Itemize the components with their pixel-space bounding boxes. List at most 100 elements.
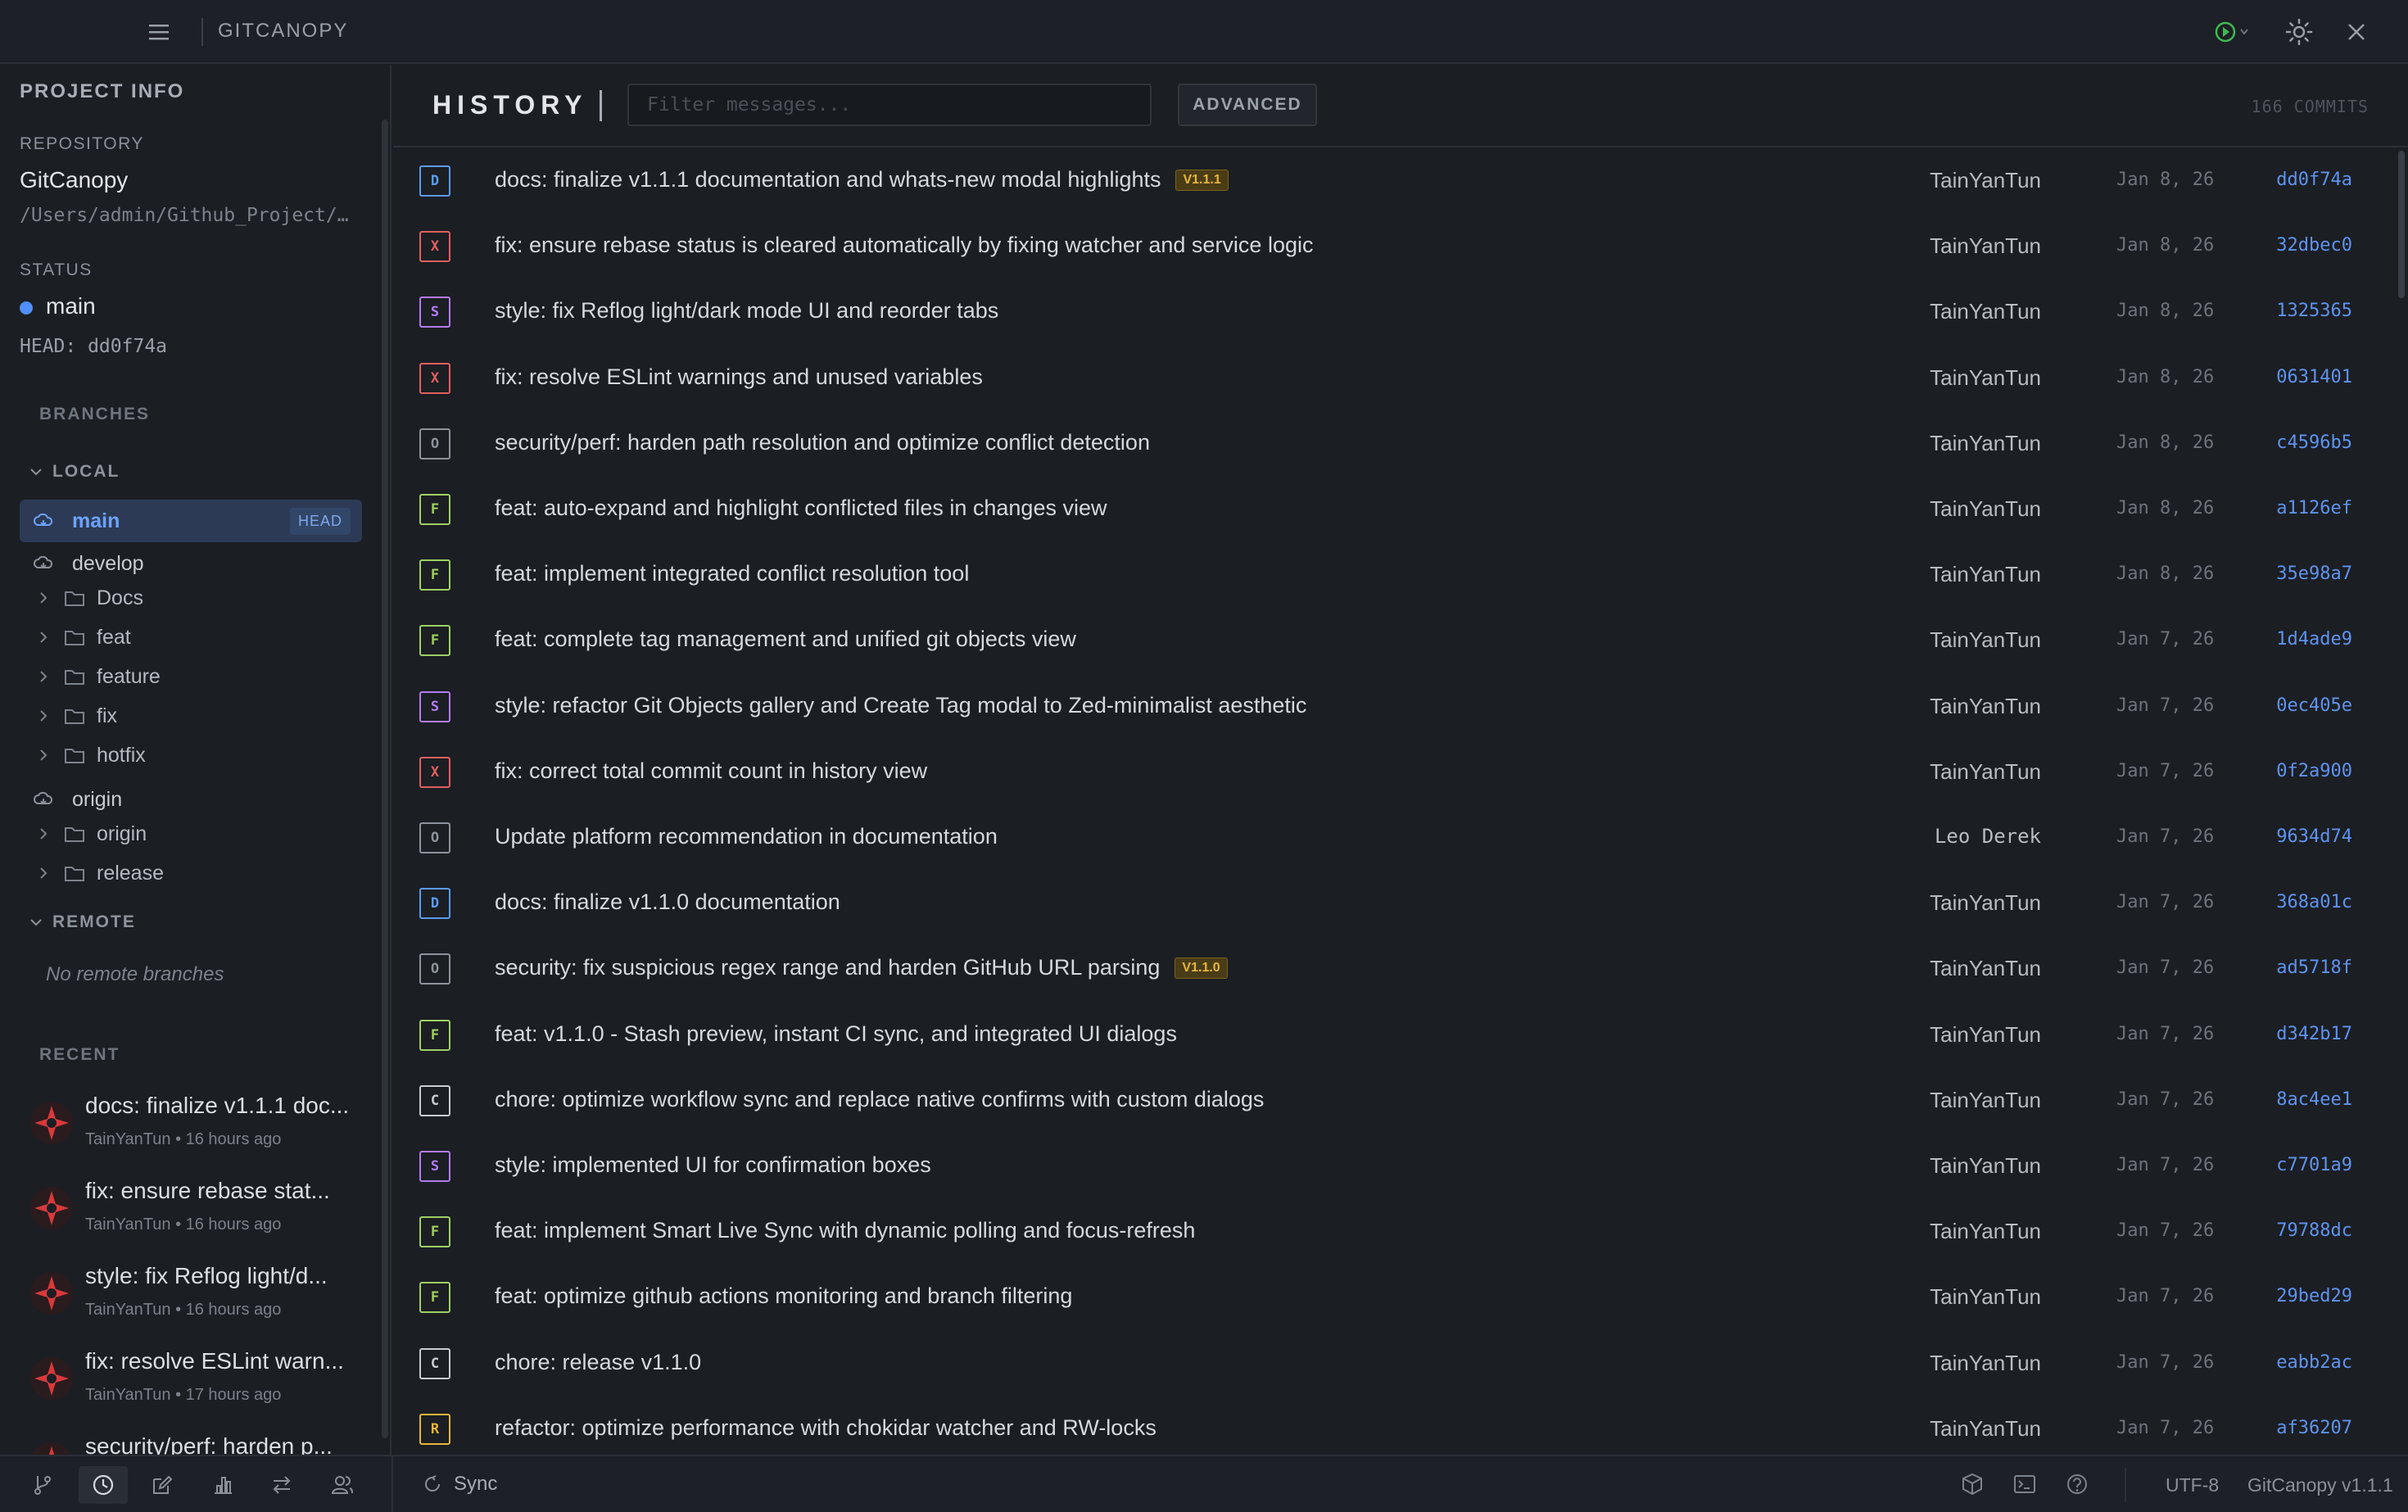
branch-item-develop[interactable]: develop [20, 542, 362, 585]
commit-date: Jan 7, 26 [2116, 760, 2215, 781]
commit-message: feat: complete tag management and unifie… [495, 627, 1076, 652]
folder-icon [65, 591, 84, 606]
nav-history-button[interactable] [79, 1466, 128, 1504]
advanced-filter-button[interactable]: ADVANCED [1178, 84, 1317, 126]
version-tag-badge[interactable]: V1.1.0 [1175, 957, 1228, 979]
nav-sync-button[interactable] [257, 1466, 306, 1504]
commit-row[interactable]: Xfix: ensure rebase status is cleared au… [393, 213, 2392, 278]
commit-row[interactable]: Ffeat: complete tag management and unifi… [393, 607, 2392, 672]
nav-contributors-button[interactable] [318, 1466, 367, 1504]
title-separator [201, 18, 203, 46]
terminal-icon[interactable] [2012, 1471, 2038, 1497]
head-badge: HEAD [289, 507, 351, 535]
commit-hash-link[interactable]: 0f2a900 [2276, 761, 2352, 781]
commit-row[interactable]: Ffeat: optimize github actions monitorin… [393, 1264, 2392, 1329]
commit-row[interactable]: Ffeat: auto-expand and highlight conflic… [393, 476, 2392, 541]
current-branch: main [46, 293, 96, 319]
commit-row[interactable]: Sstyle: fix Reflog light/dark mode UI an… [393, 278, 2392, 344]
commit-row[interactable]: Cchore: release v1.1.0 TainYanTun Jan 7, 2… [393, 1330, 2392, 1396]
folder-item-hotfix[interactable]: hotfix [36, 739, 146, 772]
commit-hash-link[interactable]: 32dbec0 [2276, 235, 2352, 256]
remote-group-toggle[interactable]: REMOTE [28, 912, 136, 932]
hamburger-menu-icon[interactable] [144, 18, 174, 46]
commit-hash-link[interactable]: af36207 [2276, 1418, 2352, 1438]
commit-hash-link[interactable]: a1126ef [2276, 498, 2352, 518]
commit-hash-link[interactable]: eabb2ac [2276, 1352, 2352, 1373]
recent-commit-item[interactable]: security/perf: harden p... [29, 1430, 373, 1455]
commit-hash-link[interactable]: 0ec405e [2276, 695, 2352, 716]
commit-row[interactable]: Ffeat: v1.1.0 - Stash preview, instant C… [393, 1002, 2392, 1067]
commit-hash-link[interactable]: d342b17 [2276, 1024, 2352, 1044]
commit-row[interactable]: Ddocs: finalize v1.1.0 documentation Tain… [393, 870, 2392, 935]
commit-message-cell: chore: optimize workflow sync and replac… [495, 1087, 1264, 1112]
commit-row[interactable]: Rrefactor: optimize performance with cho… [393, 1396, 2392, 1455]
commit-hash-link[interactable]: 1d4ade9 [2276, 629, 2352, 650]
commit-type-badge: O [419, 953, 450, 985]
folder-item-release[interactable]: release [36, 857, 164, 890]
branch-item-origin[interactable]: origin [20, 778, 362, 821]
commit-hash-link[interactable]: 8ac4ee1 [2276, 1089, 2352, 1110]
version-tag-badge[interactable]: V1.1.1 [1175, 169, 1229, 191]
commit-row[interactable]: Osecurity/perf: harden path resolution a… [393, 410, 2392, 476]
commit-message-cell: feat: implement Smart Live Sync with dyn… [495, 1218, 1195, 1243]
nav-stats-button[interactable] [198, 1466, 247, 1504]
commit-date: Jan 8, 26 [2116, 170, 2215, 190]
recent-commit-item[interactable]: fix: ensure rebase stat... TainYanTun • … [29, 1175, 373, 1248]
recent-commit-item[interactable]: style: fix Reflog light/d... TainYanTun … [29, 1260, 373, 1333]
folder-item-origin[interactable]: origin [36, 817, 147, 850]
project-info-heading: PROJECT INFO [20, 80, 185, 102]
folder-item-feature[interactable]: feature [36, 660, 161, 693]
bar-chart-icon [215, 1477, 232, 1494]
commit-hash-link[interactable]: c4596b5 [2276, 432, 2352, 453]
avatar [32, 1442, 71, 1455]
branch-label: main [72, 509, 120, 532]
clock-icon [93, 1474, 114, 1496]
commit-hash-link[interactable]: 0631401 [2276, 367, 2352, 387]
commit-row[interactable]: Sstyle: implemented UI for confirmation … [393, 1133, 2392, 1198]
commit-hash-link[interactable]: c7701a9 [2276, 1155, 2352, 1175]
help-icon[interactable] [2064, 1471, 2090, 1497]
run-status-icon[interactable] [2211, 18, 2257, 46]
filter-messages-input[interactable] [627, 84, 1152, 126]
commit-message-cell: feat: v1.1.0 - Stash preview, instant CI… [495, 1021, 1177, 1047]
commit-row[interactable]: Ddocs: finalize v1.1.1 documentation and… [393, 147, 2392, 213]
sidebar-scrollbar[interactable] [382, 120, 388, 1438]
commit-row[interactable]: Ffeat: implement Smart Live Sync with dy… [393, 1198, 2392, 1264]
commit-hash-link[interactable]: 79788dc [2276, 1220, 2352, 1241]
folder-item-feat[interactable]: feat [36, 621, 131, 654]
commit-hash-link[interactable]: 35e98a7 [2276, 564, 2352, 584]
sync-button[interactable]: Sync [423, 1473, 497, 1496]
theme-toggle-sun-icon[interactable] [2284, 16, 2315, 48]
history-scrollbar[interactable] [2398, 151, 2405, 298]
close-icon[interactable] [2342, 18, 2370, 46]
commit-author: TainYanTun [1930, 168, 2041, 192]
commit-list: Ddocs: finalize v1.1.1 documentation and… [393, 147, 2408, 1455]
commit-date: Jan 7, 26 [2116, 1417, 2215, 1438]
commit-type-badge: F [419, 625, 450, 657]
commit-row[interactable]: O Update platform recommendation in docum… [393, 804, 2392, 870]
app-window: GITCANOPY PROJECT INFO REPOSITORY GitCan… [0, 0, 2408, 1512]
recent-commit-item[interactable]: docs: finalize v1.1.1 doc... TainYanTun … [29, 1089, 373, 1163]
commit-hash-link[interactable]: ad5718f [2276, 957, 2352, 978]
commit-hash-link[interactable]: 9634d74 [2276, 826, 2352, 847]
commit-row[interactable]: Ffeat: implement integrated conflict res… [393, 541, 2392, 607]
nav-changes-button[interactable] [138, 1466, 187, 1504]
recent-commit-item[interactable]: fix: resolve ESLint warn... TainYanTun •… [29, 1345, 373, 1419]
local-group-toggle[interactable]: LOCAL [28, 462, 120, 482]
commit-hash-link[interactable]: 368a01c [2276, 892, 2352, 912]
commit-hash-link[interactable]: dd0f74a [2276, 170, 2352, 190]
folder-item-docs[interactable]: Docs [36, 582, 143, 614]
commit-row[interactable]: Osecurity: fix suspicious regex range an… [393, 935, 2392, 1001]
package-icon[interactable] [1959, 1471, 1985, 1497]
branch-item-main[interactable]: main HEAD [20, 500, 362, 542]
commit-row[interactable]: Cchore: optimize workflow sync and repla… [393, 1067, 2392, 1133]
nav-branches-button[interactable] [18, 1466, 67, 1504]
commit-hash-link[interactable]: 1325365 [2276, 301, 2352, 321]
commit-row[interactable]: Sstyle: refactor Git Objects gallery and… [393, 673, 2392, 739]
folder-item-fix[interactable]: fix [36, 699, 117, 732]
commit-row[interactable]: Xfix: correct total commit count in hist… [393, 739, 2392, 804]
encoding-indicator[interactable]: UTF-8 [2166, 1474, 2219, 1496]
commit-row[interactable]: Xfix: resolve ESLint warnings and unused… [393, 345, 2392, 410]
commit-hash-link[interactable]: 29bed29 [2276, 1286, 2352, 1306]
folder-label: Docs [97, 586, 143, 609]
